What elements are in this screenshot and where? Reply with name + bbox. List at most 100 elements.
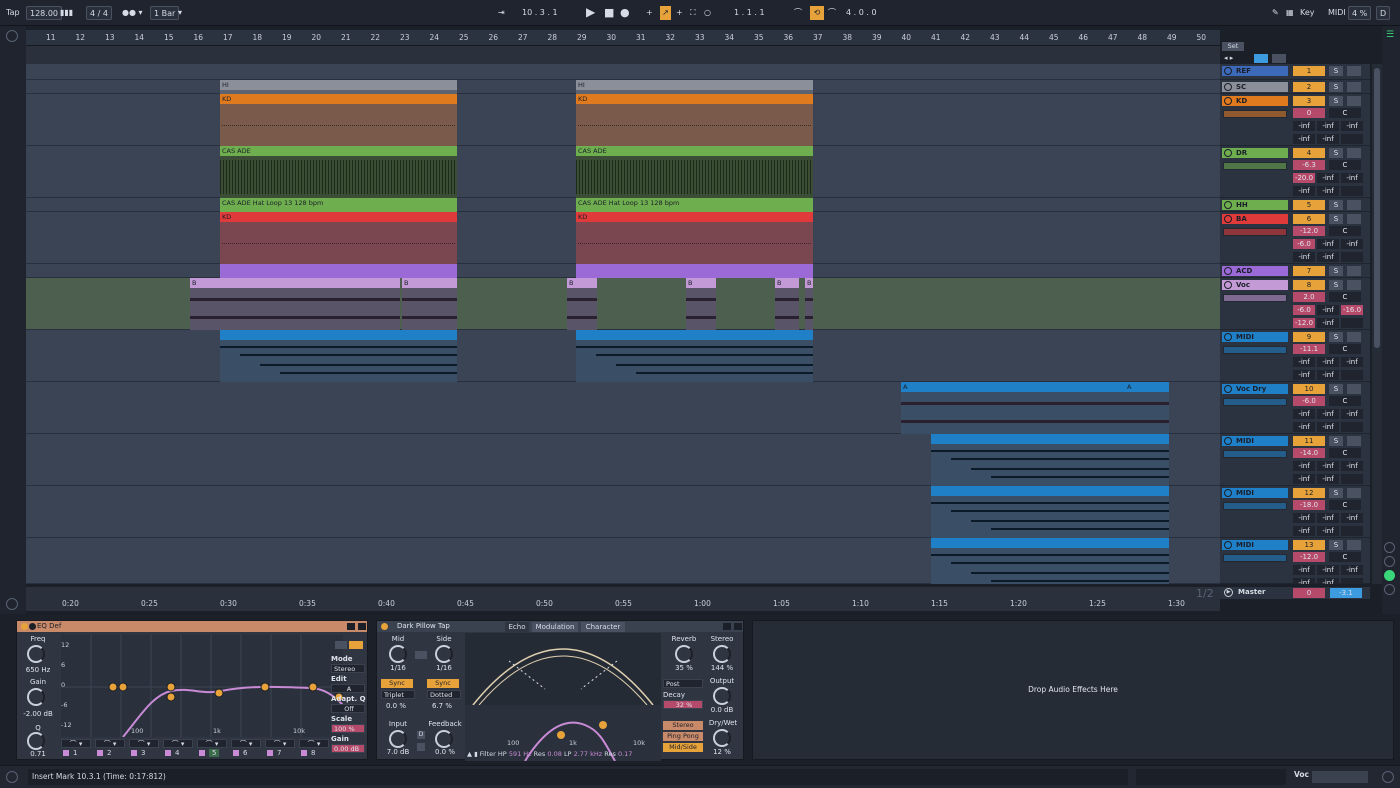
scrub-area[interactable] bbox=[26, 46, 1220, 64]
vertical-scrollbar[interactable] bbox=[1372, 64, 1382, 584]
tap-button[interactable]: Tap bbox=[6, 6, 20, 20]
send-field[interactable]: -inf bbox=[1317, 357, 1339, 367]
track-number[interactable]: 5 bbox=[1293, 200, 1325, 210]
send-field[interactable]: -inf bbox=[1293, 422, 1315, 432]
loop-start-field[interactable]: 1 . 1 . 1 bbox=[734, 6, 790, 20]
send-field[interactable] bbox=[1341, 474, 1363, 484]
send-field[interactable]: -inf bbox=[1317, 239, 1339, 249]
clip[interactable]: CAS ADE bbox=[576, 146, 813, 198]
save-icon[interactable] bbox=[358, 623, 366, 630]
track-number[interactable]: 9 bbox=[1293, 332, 1325, 342]
arm-icon[interactable] bbox=[1347, 148, 1361, 158]
sync-left-button[interactable]: Sync bbox=[381, 679, 413, 688]
pan-field[interactable]: C bbox=[1329, 448, 1361, 458]
send-field[interactable] bbox=[1341, 422, 1363, 432]
track-number[interactable]: 4 bbox=[1293, 148, 1325, 158]
side-value[interactable]: 1/16 bbox=[429, 664, 459, 672]
play-icon[interactable]: ▶ bbox=[586, 6, 595, 20]
track-header[interactable]: MIDI 11 S -14.0 C -inf -inf -inf -inf -inf bbox=[1220, 434, 1370, 486]
stereo-knob[interactable] bbox=[713, 645, 731, 663]
arm-icon[interactable] bbox=[1347, 540, 1361, 550]
solo-button[interactable]: S bbox=[1329, 488, 1343, 498]
track-activator-icon[interactable] bbox=[1224, 67, 1232, 75]
band-filter-type-select[interactable]: ⌒ ▾ bbox=[231, 739, 261, 748]
stereo-mode-button[interactable]: Stereo bbox=[663, 721, 703, 730]
arm-icon[interactable] bbox=[1347, 96, 1361, 106]
dotted-select[interactable]: Dotted bbox=[427, 690, 461, 699]
returns-toggle-icon[interactable] bbox=[1384, 570, 1395, 581]
band-number[interactable]: 1 bbox=[73, 749, 77, 757]
track-activator-icon[interactable] bbox=[1224, 267, 1232, 275]
mid-value[interactable]: 1/16 bbox=[383, 664, 413, 672]
reverb-position-select[interactable]: Post bbox=[663, 679, 703, 688]
send-field[interactable] bbox=[1341, 186, 1363, 196]
track-number[interactable]: 6 bbox=[1293, 214, 1325, 224]
band-enable-toggle[interactable] bbox=[63, 750, 69, 756]
overdub-icon[interactable]: + bbox=[646, 6, 653, 20]
track-activator-icon[interactable] bbox=[1224, 83, 1232, 91]
arrangement-view[interactable]: HI KD CAS ADE CAS ADE Hat Loop 13 128 bpm KD… bbox=[26, 64, 1220, 584]
q-value[interactable]: 0.71 bbox=[21, 750, 55, 758]
echo-display[interactable] bbox=[465, 633, 661, 761]
send-field[interactable]: -inf bbox=[1341, 239, 1363, 249]
send-field[interactable]: -inf bbox=[1317, 173, 1339, 183]
track-activator-icon[interactable] bbox=[1224, 489, 1232, 497]
q-knob[interactable] bbox=[27, 732, 45, 750]
send-field[interactable]: -inf bbox=[1293, 578, 1315, 584]
track-header[interactable]: Voc 8 S 2.0 C -6.0 -inf -16.0 -12.0 -inf bbox=[1220, 278, 1370, 330]
send-field[interactable]: -inf bbox=[1293, 134, 1315, 144]
tempo-field[interactable]: 128.00 bbox=[26, 6, 62, 20]
band-number[interactable]: 5 bbox=[209, 749, 220, 757]
band-enable-toggle[interactable] bbox=[165, 750, 171, 756]
hp-value[interactable]: 591 Hz bbox=[509, 750, 532, 758]
power-icon[interactable] bbox=[381, 623, 388, 630]
track-number[interactable]: 1 bbox=[1293, 66, 1325, 76]
track-activator-icon[interactable] bbox=[1224, 149, 1232, 157]
draw-mode-icon[interactable]: ✎ bbox=[1272, 6, 1279, 20]
pan-field[interactable]: C bbox=[1329, 108, 1361, 118]
send-field[interactable]: -inf bbox=[1317, 461, 1339, 471]
band-filter-type-select[interactable]: ⌒ ▾ bbox=[299, 739, 329, 748]
send-field[interactable]: -inf bbox=[1341, 409, 1363, 419]
nudge-icon[interactable]: ▮▮▮ bbox=[60, 6, 73, 20]
freq-knob[interactable] bbox=[27, 645, 45, 663]
volume-field[interactable]: -6.3 bbox=[1293, 160, 1325, 170]
solo-button[interactable]: S bbox=[1329, 200, 1343, 210]
clip[interactable] bbox=[576, 330, 813, 382]
send-field[interactable]: -inf bbox=[1317, 565, 1339, 575]
send-field[interactable] bbox=[1341, 252, 1363, 262]
key-map-button[interactable]: Key bbox=[1300, 6, 1315, 20]
feedback-knob[interactable] bbox=[435, 730, 453, 748]
solo-button[interactable]: S bbox=[1329, 96, 1343, 106]
track-header[interactable]: HH 5 S bbox=[1220, 198, 1370, 212]
gain-knob[interactable] bbox=[27, 688, 45, 706]
stop-icon[interactable]: ■ bbox=[604, 6, 614, 20]
send-field[interactable]: -inf bbox=[1341, 513, 1363, 523]
sync-right-button[interactable]: Sync bbox=[427, 679, 459, 688]
pan-field[interactable]: C bbox=[1329, 552, 1361, 562]
keyboard-icon[interactable]: ▦ bbox=[1286, 6, 1294, 20]
track-name[interactable]: SC bbox=[1222, 82, 1288, 92]
clip[interactable] bbox=[931, 486, 1169, 538]
solo-button[interactable]: S bbox=[1329, 540, 1343, 550]
send-field[interactable]: -inf bbox=[1293, 121, 1315, 131]
clip[interactable] bbox=[931, 434, 1169, 486]
tab-character[interactable]: Character bbox=[581, 622, 625, 632]
track-name[interactable]: MIDI bbox=[1222, 436, 1288, 446]
band-number[interactable]: 2 bbox=[107, 749, 111, 757]
record-icon[interactable]: ● bbox=[620, 6, 630, 20]
track-name[interactable]: MIDI bbox=[1222, 540, 1288, 550]
clip[interactable]: B bbox=[686, 278, 716, 330]
track-name[interactable]: REF bbox=[1222, 66, 1288, 76]
track-number[interactable]: 2 bbox=[1293, 82, 1325, 92]
arm-icon[interactable] bbox=[1347, 214, 1361, 224]
solo-button[interactable]: S bbox=[1329, 148, 1343, 158]
track-name[interactable]: HH bbox=[1222, 200, 1288, 210]
volume-field[interactable]: 0 bbox=[1293, 108, 1325, 118]
output-knob[interactable] bbox=[713, 687, 731, 705]
send-field[interactable]: -inf bbox=[1293, 409, 1315, 419]
play-icon[interactable] bbox=[29, 623, 36, 630]
send-field[interactable]: -inf bbox=[1293, 186, 1315, 196]
track-activator-icon[interactable] bbox=[1224, 333, 1232, 341]
master-volume[interactable]: 0 bbox=[1293, 588, 1325, 598]
